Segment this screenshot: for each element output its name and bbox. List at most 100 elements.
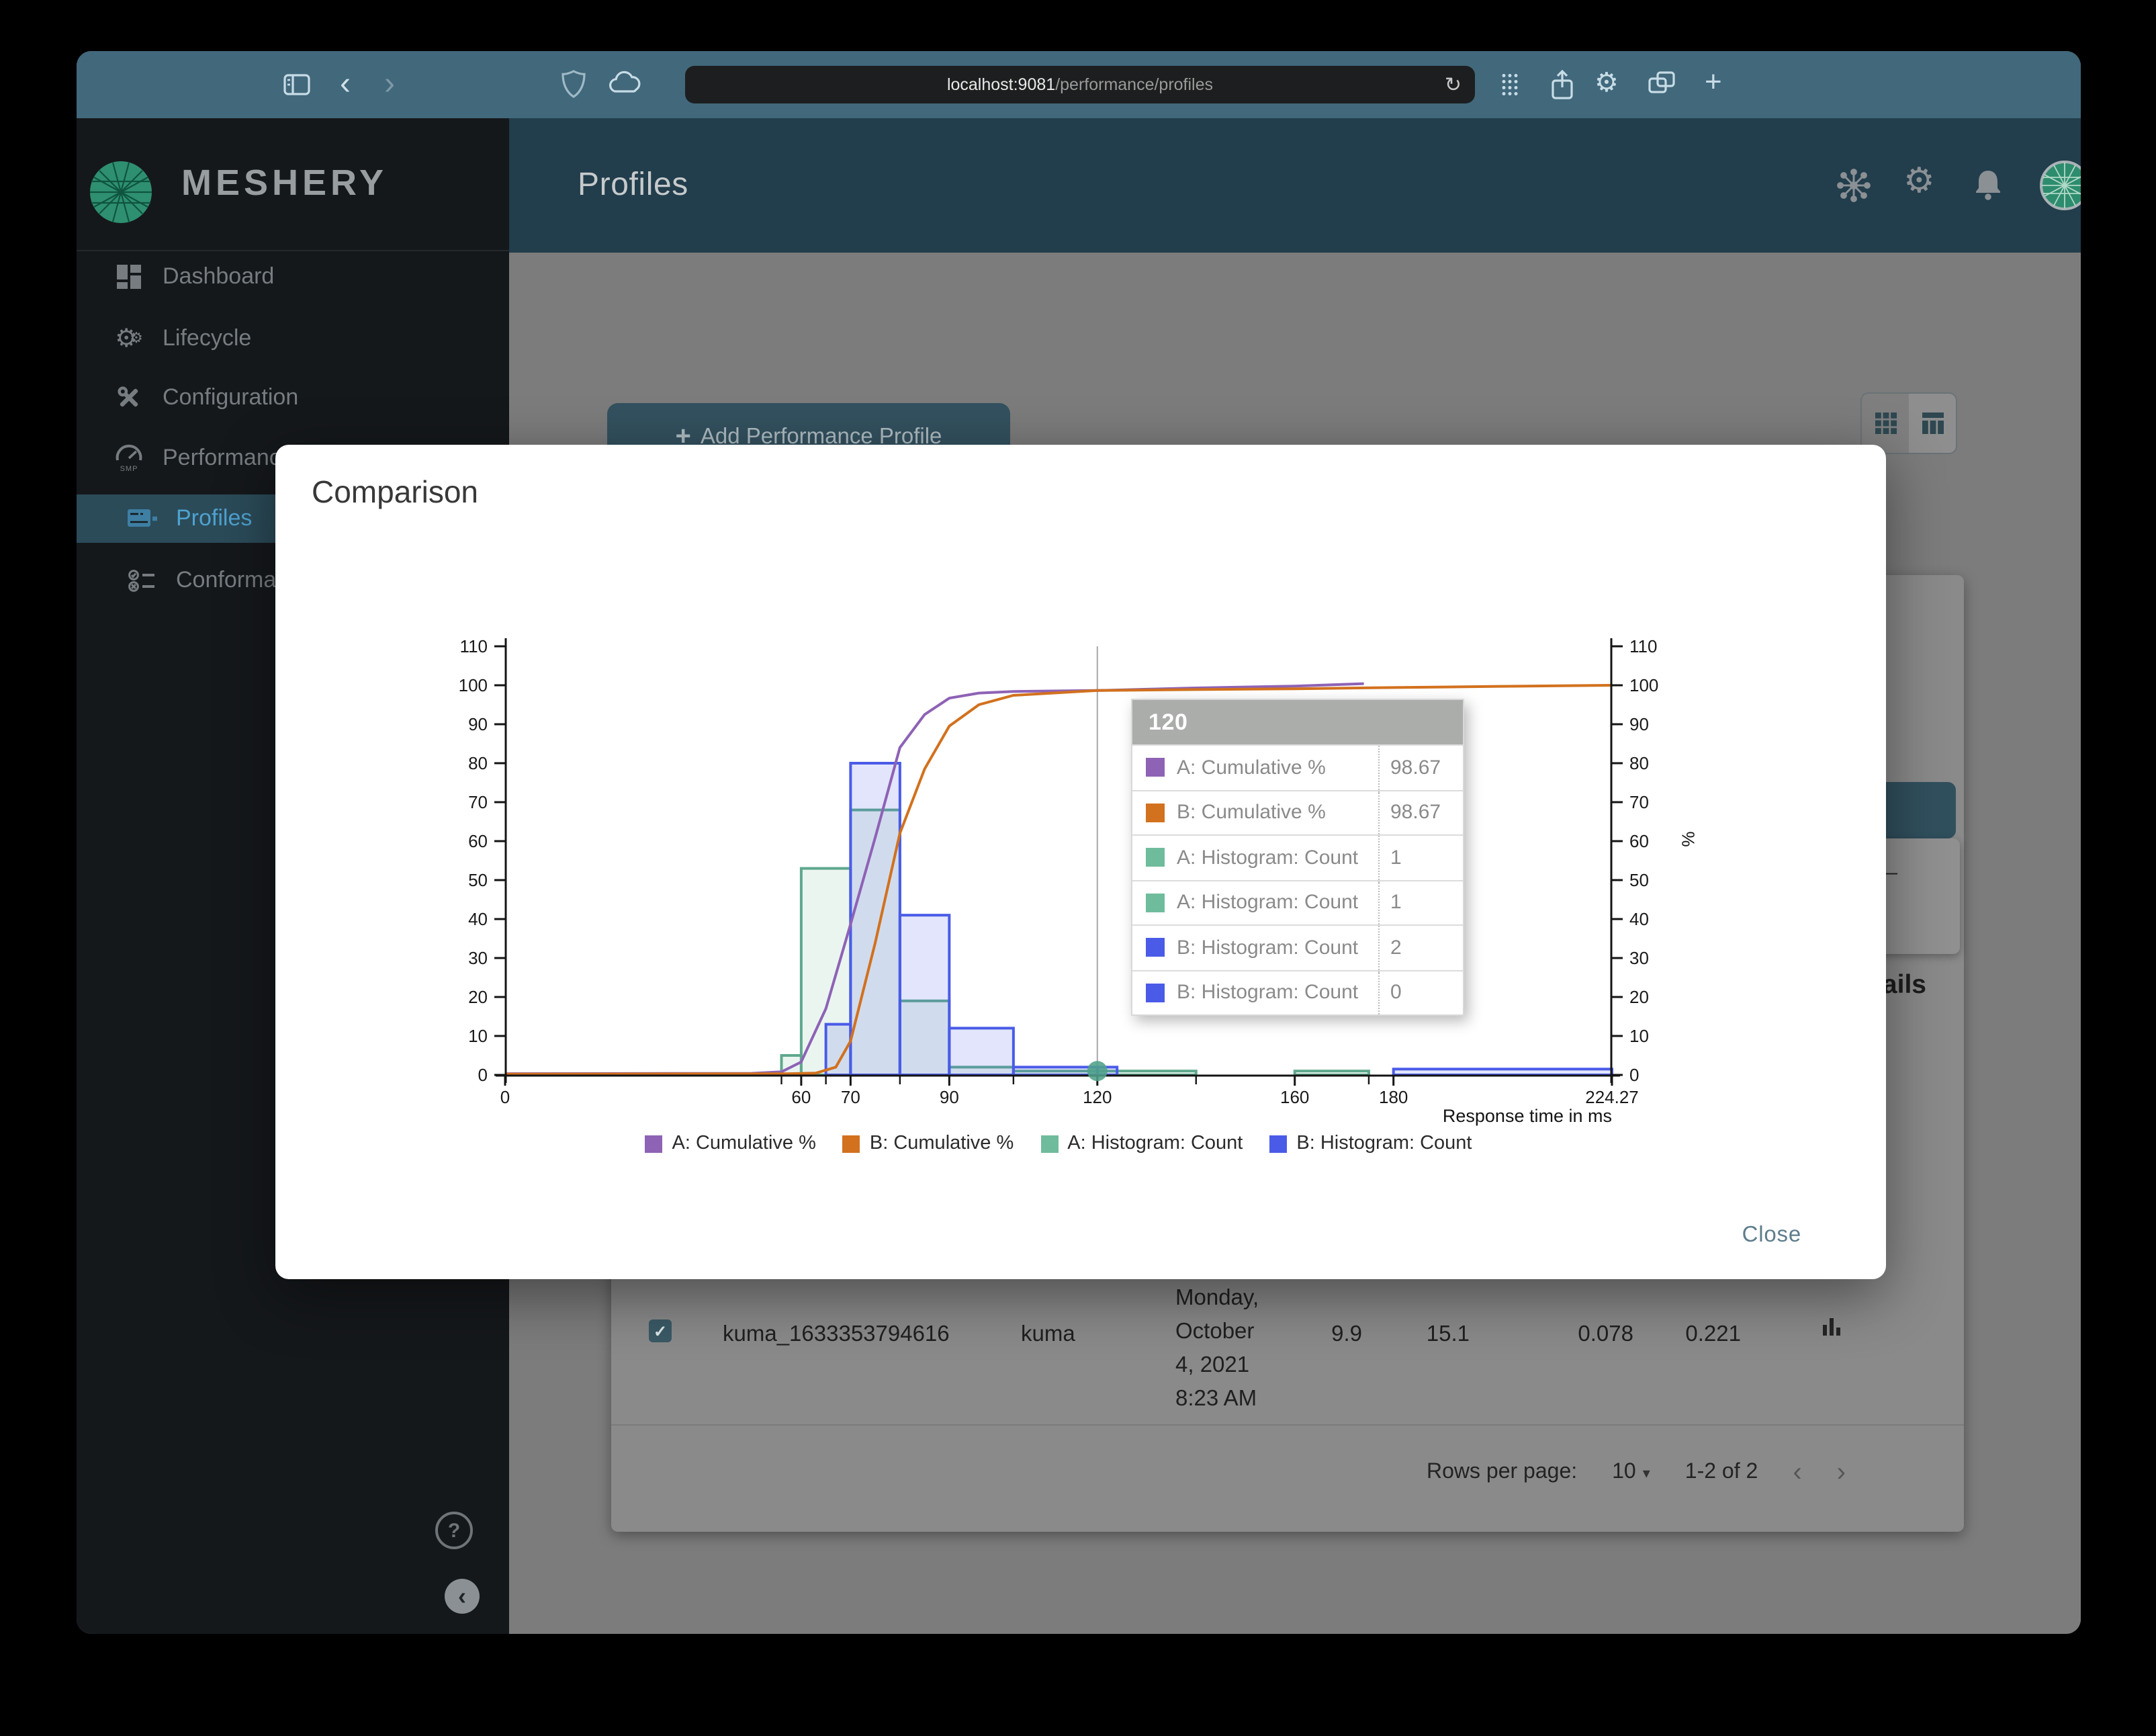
sidebar-toggle-icon[interactable]: [281, 69, 313, 101]
svg-text:60: 60: [791, 1087, 811, 1107]
previous-page-button[interactable]: ‹: [1793, 1457, 1801, 1488]
svg-text:10: 10: [468, 1026, 488, 1046]
grid-dots-icon[interactable]: [1495, 70, 1525, 99]
lifecycle-gears-icon: ⚙ ⚙: [115, 324, 143, 353]
svg-text:30: 30: [468, 948, 488, 968]
tooltip-swatch: [1146, 758, 1165, 777]
legend-item[interactable]: A: Histogram: Count: [1040, 1133, 1243, 1154]
sidebar-item-label: Lifecycle: [163, 325, 252, 351]
tooltip-row: A: Cumulative % 98.67: [1132, 744, 1463, 789]
grid-view-button[interactable]: [1862, 394, 1909, 453]
svg-text:30: 30: [1629, 948, 1649, 968]
row-checkbox[interactable]: ✓: [649, 1319, 672, 1342]
legend-swatch: [1040, 1135, 1059, 1152]
tooltip-swatch: [1146, 893, 1165, 912]
privacy-shield-icon[interactable]: [557, 69, 590, 101]
user-avatar[interactable]: [2039, 160, 2081, 211]
close-modal-button[interactable]: Close: [1734, 1221, 1809, 1250]
svg-text:10: 10: [1629, 1026, 1649, 1046]
svg-text:40: 40: [1629, 909, 1649, 929]
tooltip-swatch: [1146, 848, 1165, 867]
dashboard-icon: [111, 263, 146, 290]
performance-smp-icon: SMP: [111, 442, 146, 474]
pagination: Rows per page: 10 ▾ 1-2 of 2 ‹ ›: [1427, 1446, 1846, 1500]
svg-text:0: 0: [500, 1087, 510, 1107]
legend-swatch: [645, 1135, 663, 1152]
pagination-range: 1-2 of 2: [1685, 1461, 1758, 1483]
notifications-bell-icon[interactable]: [1971, 167, 2006, 204]
tooltip-swatch: [1146, 983, 1165, 1002]
legend-item[interactable]: B: Cumulative %: [842, 1133, 1014, 1154]
url-path: /performance/profiles: [1055, 75, 1214, 94]
chart-tooltip: 120 A: Cumulative % 98.67 B: Cumulative …: [1131, 699, 1464, 1016]
svg-text:20: 20: [468, 987, 488, 1007]
tab-overview-icon[interactable]: [1646, 69, 1678, 101]
sidebar-item-label: Performance: [163, 445, 294, 470]
mesh-cell: kuma: [1021, 1322, 1075, 1346]
svg-text:80: 80: [468, 753, 488, 773]
profiles-icon: [125, 507, 160, 531]
mesh-adapters-icon[interactable]: [1835, 167, 1873, 204]
reload-icon[interactable]: ↻: [1445, 73, 1462, 97]
sidebar-item-configuration[interactable]: Configuration: [77, 374, 509, 422]
legend-item[interactable]: B: Histogram: Count: [1269, 1133, 1472, 1154]
tooltip-row: B: Histogram: Count 0: [1132, 969, 1463, 1014]
url-host: localhost:9081: [946, 75, 1056, 94]
page-title: Profiles: [578, 167, 688, 203]
svg-text:90: 90: [940, 1087, 959, 1107]
svg-text:SMP: SMP: [120, 465, 138, 473]
tooltip-swatch: [1146, 938, 1165, 957]
tooltip-title: 120: [1132, 700, 1463, 744]
back-button[interactable]: ‹: [340, 68, 351, 101]
conformance-checklist-icon: [125, 567, 160, 594]
cloud-icon[interactable]: [609, 69, 643, 101]
share-icon[interactable]: [1546, 67, 1578, 102]
sidebar-item-dashboard[interactable]: Dashboard: [77, 253, 509, 301]
legend-swatch: [842, 1135, 860, 1152]
address-bar[interactable]: localhost:9081/performance/profiles ↻: [685, 66, 1475, 103]
view-chart-icon[interactable]: [1820, 1314, 1844, 1338]
app-header: Profiles ⚙: [509, 118, 2081, 253]
svg-text:224.27: 224.27: [1585, 1087, 1639, 1107]
svg-text:60: 60: [468, 831, 488, 851]
svg-text:60: 60: [1629, 831, 1649, 851]
browser-toolbar: ‹ › localhost:9081/performance/profiles …: [77, 51, 2081, 145]
forward-button[interactable]: ›: [384, 68, 395, 101]
svg-text:0: 0: [478, 1065, 488, 1085]
screen: ‹ › localhost:9081/performance/profiles …: [0, 0, 2156, 1736]
svg-text:40: 40: [468, 909, 488, 929]
configuration-tools-icon: [111, 384, 146, 411]
svg-text:120: 120: [1083, 1087, 1112, 1107]
tooltip-swatch: [1146, 803, 1165, 822]
brand-row: MESHERY: [77, 118, 509, 251]
svg-text:80: 80: [1629, 753, 1649, 773]
svg-text:70: 70: [1629, 792, 1649, 812]
browser-settings-gear-icon[interactable]: ⚙: [1594, 66, 1619, 99]
collapse-sidebar-button[interactable]: ‹: [445, 1579, 480, 1614]
date-cell: Monday, October 4, 2021 8:23 AM: [1175, 1286, 1259, 1411]
tooltip-row: B: Cumulative % 98.67: [1132, 789, 1463, 834]
settings-gear-icon[interactable]: ⚙: [1903, 160, 1935, 202]
svg-text:100: 100: [1629, 675, 1658, 695]
sidebar-item-label: Dashboard: [163, 263, 275, 289]
legend-item[interactable]: A: Cumulative %: [645, 1133, 816, 1154]
table-view-button[interactable]: [1909, 394, 1956, 453]
help-button[interactable]: ?: [435, 1512, 473, 1549]
sidebar-item-lifecycle[interactable]: ⚙ ⚙ Lifecycle: [77, 314, 509, 363]
browser-window: ‹ › localhost:9081/performance/profiles …: [77, 51, 2081, 1634]
rows-per-page-select[interactable]: 10 ▾: [1612, 1461, 1650, 1485]
svg-text:70: 70: [841, 1087, 860, 1107]
next-page-button[interactable]: ›: [1837, 1457, 1846, 1488]
new-tab-button[interactable]: +: [1705, 64, 1722, 99]
svg-text:160: 160: [1280, 1087, 1309, 1107]
tooltip-row: B: Histogram: Count 2: [1132, 924, 1463, 969]
p50-cell: 0.078: [1578, 1322, 1633, 1346]
svg-text:100: 100: [459, 675, 488, 695]
sidebar-item-label: Configuration: [163, 384, 299, 410]
caret-down-icon: ▾: [1642, 1465, 1650, 1481]
comparison-modal: Comparison 0 0 10 10 20 20 30 30 40 40 50 50 60 60 70 7…: [275, 445, 1886, 1279]
x-axis-label: Response time in ms: [1442, 1106, 1612, 1126]
duration-cell: 15.1: [1426, 1322, 1470, 1346]
svg-text:90: 90: [468, 714, 488, 734]
tooltip-row: A: Histogram: Count 1: [1132, 879, 1463, 924]
